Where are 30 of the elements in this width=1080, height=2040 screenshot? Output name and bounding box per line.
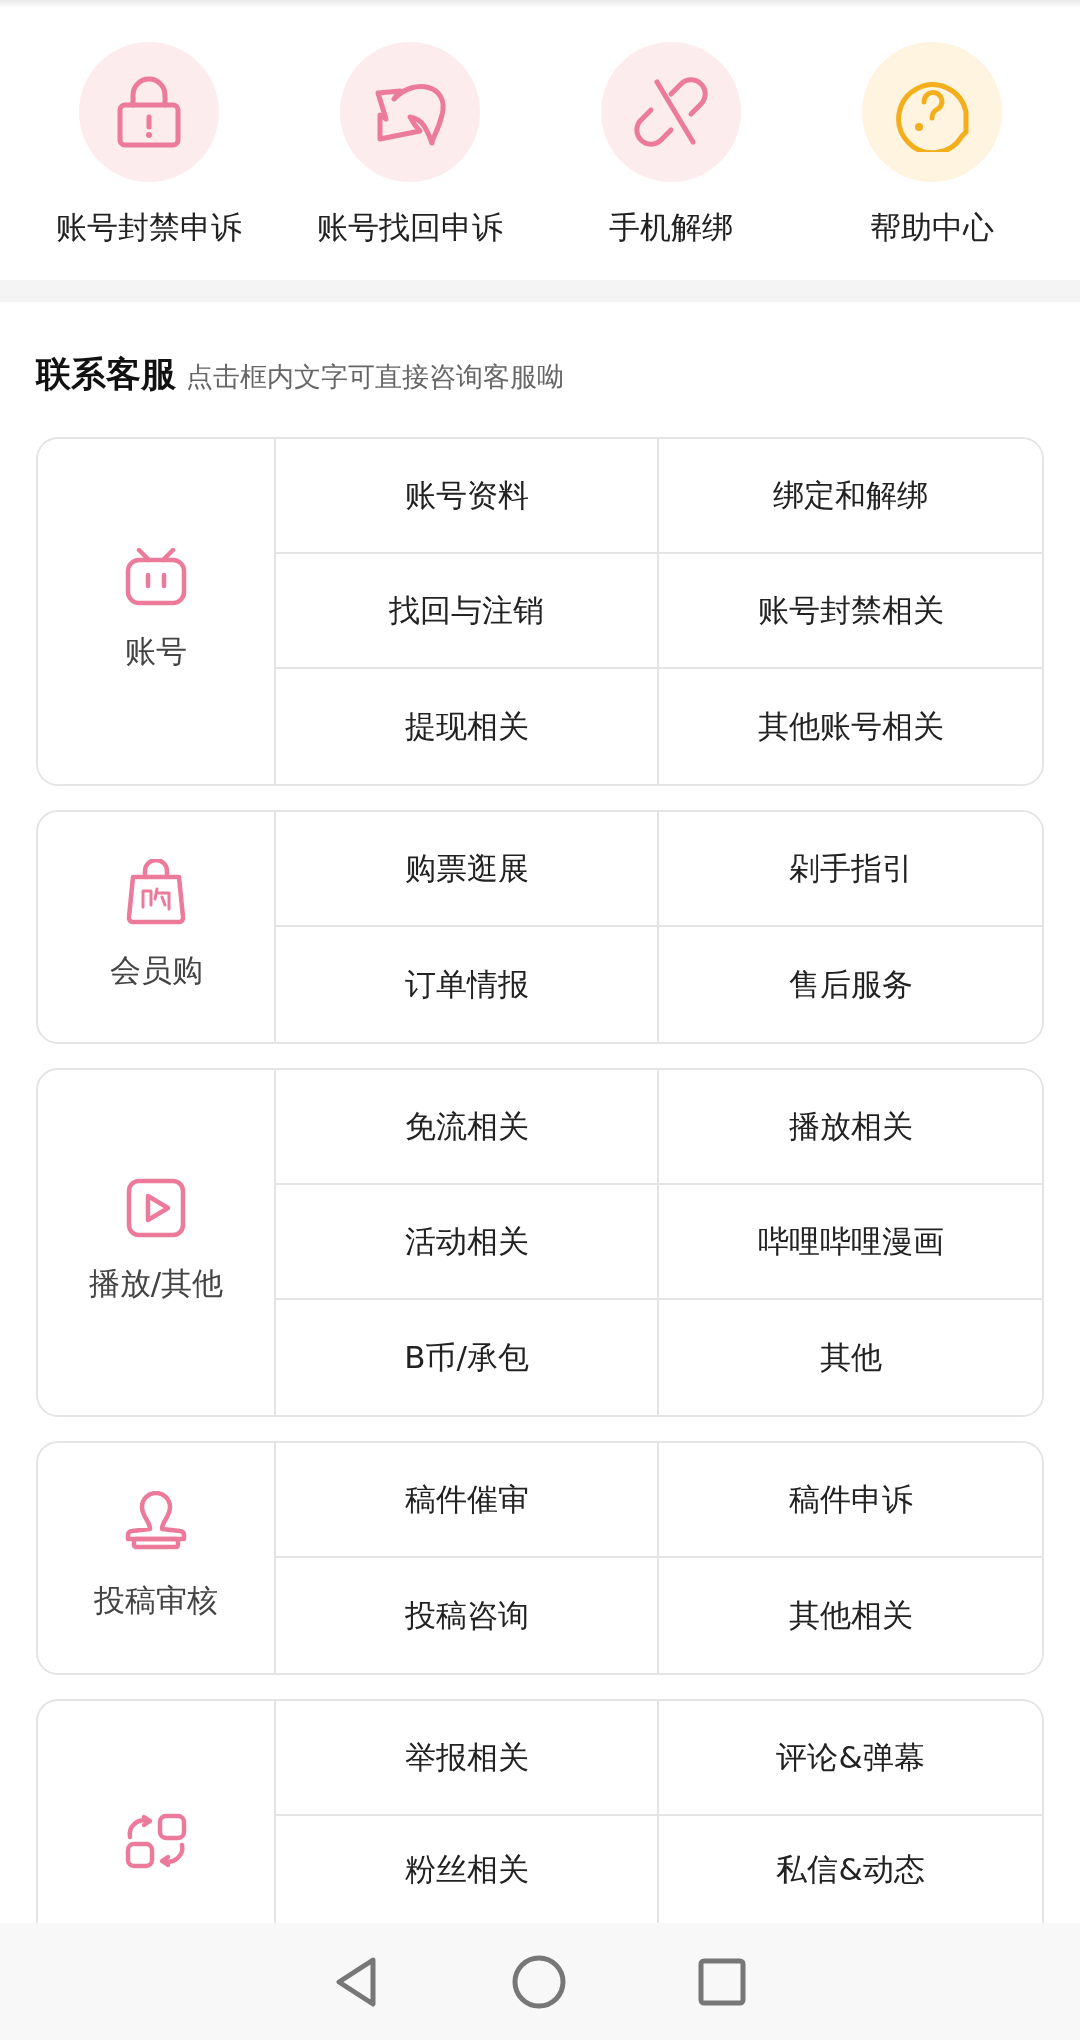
lock-icon (115, 75, 182, 149)
topic-link[interactable]: 剁手指引 (659, 811, 1042, 927)
topic-link[interactable]: 账号资料 (276, 438, 659, 554)
topic-link[interactable]: 播放相关 (659, 1069, 1042, 1185)
topic-link[interactable]: 评论&弹幕 (659, 1700, 1042, 1816)
recents-button[interactable] (697, 1956, 747, 2007)
shopping-bag-icon (125, 859, 187, 926)
tv-icon (125, 547, 187, 606)
topic-link[interactable]: 活动相关 (276, 1184, 659, 1300)
play-icon (126, 1177, 186, 1238)
topic-link[interactable]: 购票逛展 (276, 811, 659, 927)
section-hint: 点击框内文字可直接咨询客服呦 (186, 360, 564, 394)
swap-icon (124, 1812, 188, 1871)
shortcut-label[interactable]: 账号封禁申诉 (55, 204, 242, 251)
section-title: 联系客服 (36, 353, 176, 396)
topic-link[interactable]: 绑定和解绑 (659, 438, 1042, 554)
topic-link[interactable]: 稿件催审 (276, 1442, 659, 1558)
category-label: 播放/其他 (88, 1263, 224, 1303)
topic-link[interactable]: 找回与注销 (276, 553, 659, 669)
topic-link[interactable]: 免流相关 (276, 1069, 659, 1185)
shortcut-label[interactable]: 手机解绑 (608, 204, 733, 251)
home-button[interactable] (511, 1953, 567, 2010)
unlink-icon (632, 74, 709, 150)
shortcut-label[interactable]: 账号找回申诉 (316, 204, 503, 251)
category-label: 账号 (125, 631, 187, 671)
category-label: 会员购 (109, 951, 203, 991)
shortcut-label[interactable]: 帮助中心 (869, 204, 994, 251)
category-label: 投稿审核 (94, 1581, 218, 1621)
topic-link[interactable]: 举报相关 (276, 1700, 659, 1816)
topic-link[interactable]: 稿件申诉 (659, 1442, 1042, 1558)
